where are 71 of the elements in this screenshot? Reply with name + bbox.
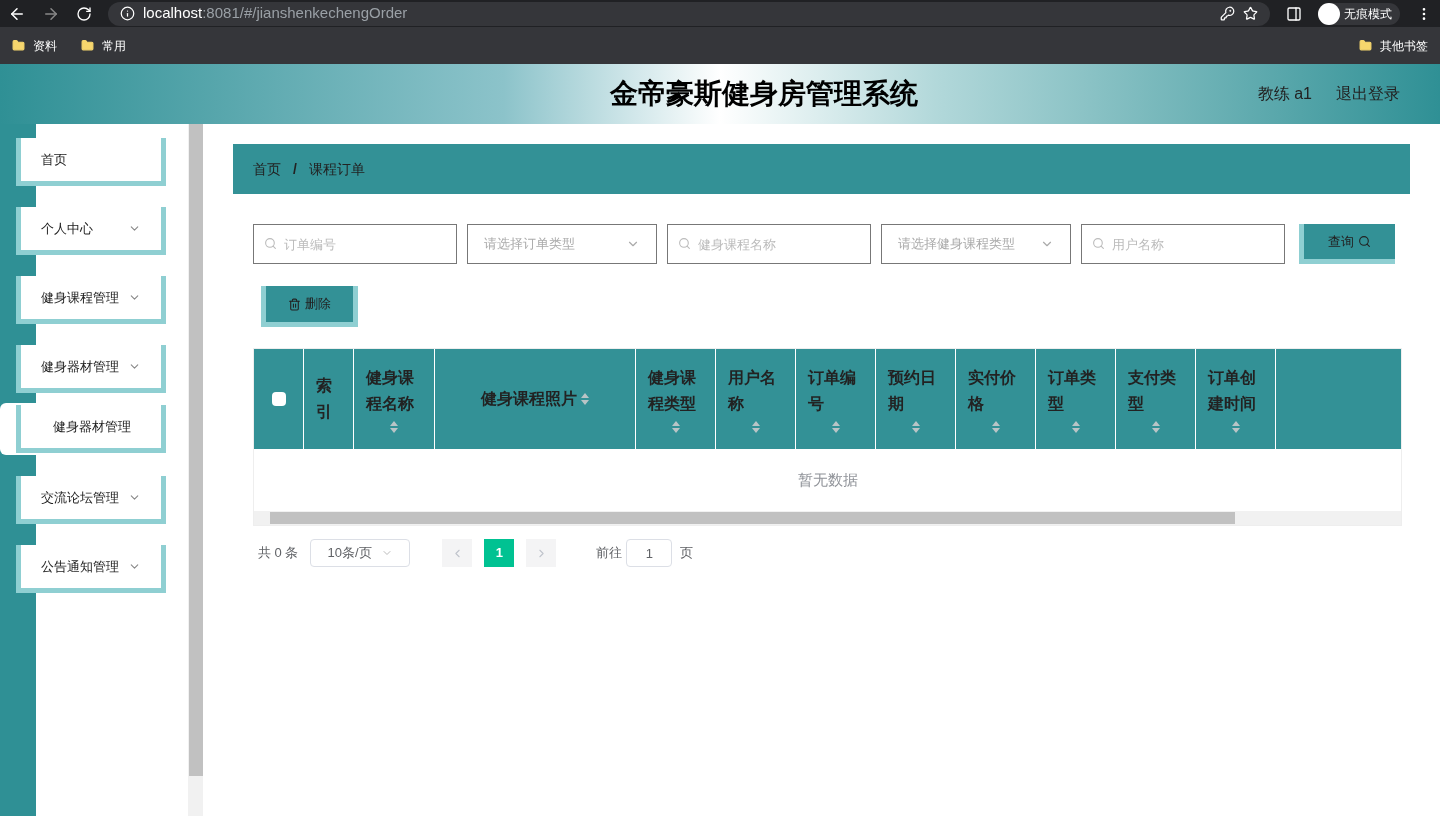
page-size-select[interactable]: 10条/页	[310, 539, 411, 567]
total-count: 共 0 条	[258, 544, 299, 563]
prev-page-button[interactable]	[442, 539, 473, 567]
search-icon	[678, 237, 691, 250]
sort-icon[interactable]	[671, 421, 680, 433]
search-icon	[264, 237, 277, 250]
scrollbar[interactable]	[188, 124, 203, 816]
page-button[interactable]: 1	[484, 539, 515, 567]
sort-icon[interactable]	[991, 421, 1000, 433]
profile-chip[interactable]: 无痕模式	[1318, 2, 1400, 25]
column-header[interactable]: 健身课程名称	[354, 349, 435, 449]
menu-item[interactable]: 公告通知管理	[16, 545, 166, 593]
bookmark[interactable]: 资料	[12, 36, 57, 55]
menu-item[interactable]: 交流论坛管理	[16, 476, 166, 524]
column-header[interactable]: 订单类型	[1036, 349, 1116, 449]
sort-icon[interactable]	[1151, 421, 1160, 433]
sort-icon[interactable]	[1071, 421, 1080, 433]
menu-item[interactable]: 健身器材管理	[16, 345, 166, 393]
column-header[interactable]: 索引	[304, 349, 354, 449]
bookmark[interactable]: 常用	[81, 36, 126, 55]
query-button[interactable]: 查询	[1299, 224, 1395, 264]
bookmark[interactable]: 其他书签	[1359, 36, 1428, 55]
next-page-button[interactable]	[526, 539, 557, 567]
reload-icon[interactable]	[76, 5, 92, 22]
checkbox[interactable]	[271, 392, 286, 406]
menu-item[interactable]: 健身课程管理	[16, 276, 166, 324]
sort-icon[interactable]	[751, 421, 760, 433]
folder-icon	[1359, 39, 1372, 52]
logout-link[interactable]: 退出登录	[1336, 82, 1400, 106]
select-field[interactable]: 请选择健身课程类型	[881, 224, 1071, 264]
folder-icon	[81, 39, 94, 52]
column-header[interactable]: 订单编号	[796, 349, 876, 449]
side-panel-icon[interactable]	[1286, 5, 1302, 22]
column-header[interactable]: 健身课程类型	[636, 349, 716, 449]
trash-icon	[288, 297, 301, 311]
select-field[interactable]: 请选择订单类型	[467, 224, 657, 264]
empty-text: 暂无数据	[797, 469, 858, 490]
star-icon[interactable]	[1243, 6, 1258, 21]
search-field[interactable]: 用户名称	[1081, 224, 1285, 264]
breadcrumb-separator: /	[293, 159, 297, 179]
sort-icon[interactable]	[1231, 421, 1240, 433]
menu-item[interactable]: 个人中心	[16, 207, 166, 255]
info-icon	[120, 6, 135, 21]
page-input[interactable]: 1	[626, 539, 673, 567]
sort-icon[interactable]	[581, 393, 589, 405]
sort-icon[interactable]	[831, 421, 840, 433]
goto-label: 前往	[596, 544, 623, 563]
menu-item[interactable]: 健身器材管理	[16, 405, 166, 453]
menu-item[interactable]: 首页	[16, 138, 166, 186]
user-label: 教练 a1	[1257, 84, 1312, 104]
address-bar[interactable]: localhost:8081/#/jianshenkechengOrder	[108, 1, 1270, 26]
site-title: 金帝豪斯健身房管理系统	[608, 77, 918, 111]
column-header[interactable]: 支付类型	[1116, 349, 1196, 449]
breadcrumb-link[interactable]: 首页	[253, 158, 281, 180]
delete-button[interactable]: 删除	[261, 286, 358, 327]
breadcrumb-link[interactable]: 课程订单	[308, 158, 365, 180]
page-unit: 页	[680, 544, 694, 563]
column-header[interactable]: 用户名称	[716, 349, 796, 449]
search-field[interactable]: 订单编号	[253, 224, 457, 264]
key-icon[interactable]	[1220, 6, 1235, 21]
column-header[interactable]: 预约日期	[876, 349, 956, 449]
horizontal-scrollbar[interactable]	[254, 511, 1401, 525]
search-icon	[1358, 235, 1371, 248]
sort-icon[interactable]	[911, 421, 920, 433]
column-header[interactable]: 订单创建时间	[1196, 349, 1276, 449]
column-header[interactable]: 实付价格	[956, 349, 1036, 449]
search-field[interactable]: 健身课程名称	[667, 224, 871, 264]
search-icon	[1092, 237, 1105, 250]
folder-icon	[12, 39, 25, 52]
sort-icon[interactable]	[390, 421, 398, 433]
column-header[interactable]: 健身课程照片	[435, 349, 636, 449]
